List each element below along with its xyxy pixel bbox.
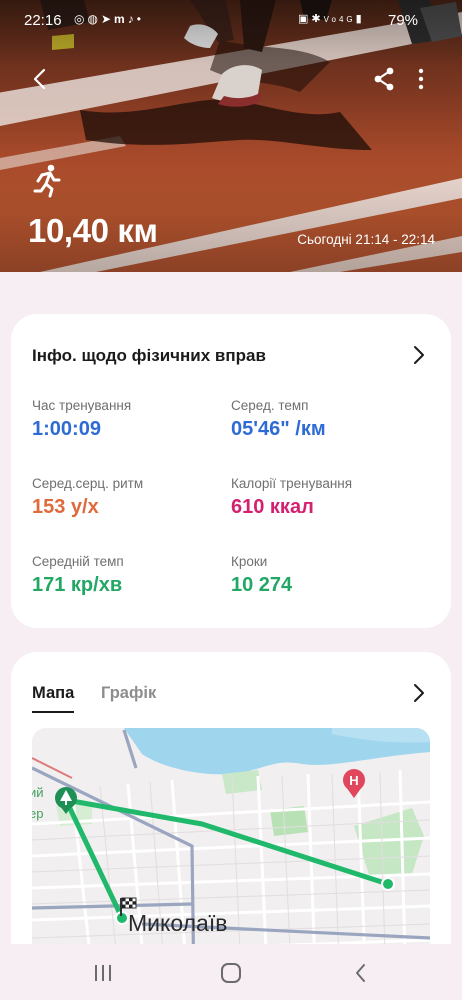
- map-card: Мапа Графік H ий ер Миколаїв: [11, 652, 451, 992]
- system-nav-bar: [0, 944, 462, 1000]
- tab-chart[interactable]: Графік: [101, 684, 156, 703]
- stat-value-calories: 610 ккал: [231, 496, 314, 518]
- stat-value-avg-pace: 05'46" /км: [231, 418, 326, 440]
- map-poi-line-1: ий: [32, 785, 44, 800]
- route-line: [63, 797, 391, 921]
- map-poi-label: ий ер: [32, 782, 44, 824]
- signal-4g-icon: 4G: [338, 15, 356, 24]
- stat-label-steps: Кроки: [231, 554, 268, 569]
- more-vertical-icon: [418, 68, 424, 90]
- stat-value-steps: 10 274: [231, 574, 293, 596]
- distance-value: 10,40 км: [28, 212, 158, 249]
- bluetooth-icon: ✱: [311, 13, 324, 25]
- share-icon: [374, 67, 394, 91]
- recent-apps-icon[interactable]: [90, 960, 116, 986]
- hospital-marker-label: H: [349, 773, 358, 788]
- volte-icon: Vo: [323, 15, 339, 24]
- map-poi-line-2: ер: [32, 806, 44, 821]
- hospital-marker[interactable]: H: [343, 769, 365, 798]
- chevron-left-icon: [33, 68, 46, 90]
- tiktok-icon: ♪: [127, 12, 137, 26]
- back-icon[interactable]: [348, 960, 374, 986]
- chevron-right-icon[interactable]: [408, 344, 428, 366]
- battery-percent: 79%: [388, 12, 419, 29]
- share-button[interactable]: [370, 64, 400, 94]
- signal-bars-icon: ▮: [355, 13, 365, 25]
- exercise-info-card[interactable]: Інфо. щодо фізичних вправ Час тренування…: [11, 314, 451, 628]
- m-icon: m: [114, 12, 128, 26]
- map-city-label: Миколаїв: [128, 910, 228, 936]
- more-options-button[interactable]: [408, 64, 434, 94]
- dot-icon: •: [136, 12, 144, 26]
- route-endpoint: [381, 877, 395, 891]
- system-icons: ▣✱Vo4G▮: [298, 12, 365, 25]
- running-icon: [33, 164, 61, 198]
- messenger-icon: ◍: [87, 12, 101, 26]
- workout-time-range: Сьогодні 21:14 - 22:14: [297, 232, 435, 247]
- hero-banner: 22:16 ◎◍➤m♪• ▣✱Vo4G▮ 79% 10,40 км Сьогод…: [0, 0, 462, 272]
- tab-map[interactable]: Мапа: [32, 684, 75, 713]
- nfc-icon: ▣: [298, 13, 312, 25]
- stat-value-cadence: 171 кр/хв: [32, 574, 123, 596]
- status-bar: 22:16 ◎◍➤m♪• ▣✱Vo4G▮ 79%: [0, 8, 462, 34]
- stat-value-heart-rate: 153 у/х: [32, 496, 99, 518]
- stat-label-heart-rate: Серед.серц. ритм: [32, 476, 144, 491]
- notification-icons: ◎◍➤m♪•: [74, 12, 144, 26]
- stat-label-duration: Час тренування: [32, 398, 132, 413]
- stat-label-cadence: Середній темп: [32, 554, 124, 569]
- stat-value-duration: 1:00:09: [32, 418, 101, 440]
- telegram-icon: ➤: [100, 12, 115, 26]
- status-time: 22:16: [24, 12, 62, 29]
- instagram-icon: ◎: [74, 12, 88, 26]
- home-icon[interactable]: [218, 960, 244, 986]
- chevron-right-icon[interactable]: [408, 682, 428, 704]
- back-button[interactable]: [26, 64, 56, 94]
- stat-label-calories: Калорії тренування: [231, 476, 353, 491]
- stat-label-avg-pace: Серед. темп: [231, 398, 309, 413]
- card-title: Інфо. щодо фізичних вправ: [32, 346, 266, 365]
